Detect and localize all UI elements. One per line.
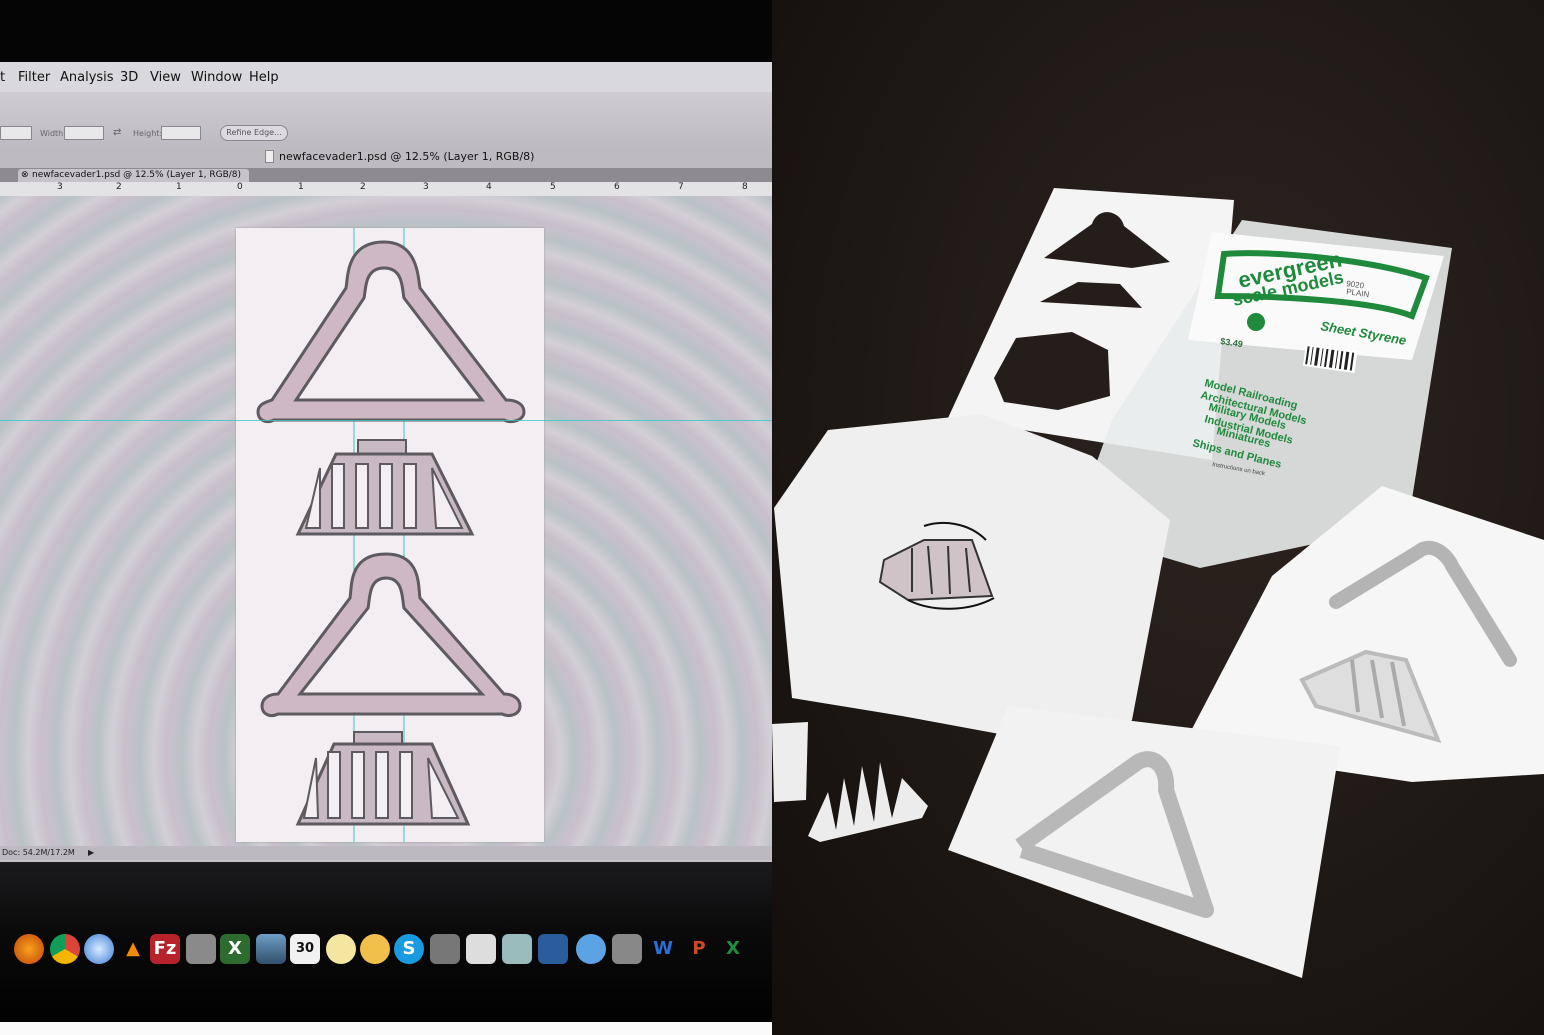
archive-icon[interactable] [502, 934, 532, 964]
firefox-icon[interactable] [14, 934, 44, 964]
width-label: Width: [40, 129, 66, 138]
menu-item-window[interactable]: Window [191, 70, 242, 85]
screenshot-icon[interactable] [466, 934, 496, 964]
document-tab[interactable]: ⊗ newfacevader1.psd @ 12.5% (Layer 1, RG… [18, 169, 250, 182]
menu-item-filter[interactable]: Filter [18, 70, 50, 85]
word-icon[interactable]: W [648, 934, 678, 964]
ruler-tick: 3 [423, 182, 429, 192]
width-field[interactable] [64, 126, 104, 140]
triangle-piece-top [256, 240, 526, 424]
printer-icon[interactable] [612, 934, 642, 964]
photo-border [0, 1022, 772, 1035]
close-tab-icon[interactable]: ⊗ [21, 169, 29, 182]
ruler-tick: 6 [614, 182, 620, 192]
ruler-tick: 3 [57, 182, 63, 192]
document-canvas[interactable] [236, 228, 544, 842]
tab-label: newfacevader1.psd @ 12.5% (Layer 1, RGB/… [32, 170, 242, 180]
ruler-tick: 4 [486, 182, 492, 192]
vader-face-artwork [256, 228, 526, 842]
evergreen-logo-icon [1247, 313, 1265, 331]
templates-scene: evergreen scale models Sheet Styrene 902… [772, 188, 1544, 978]
ruler-tick: 1 [298, 182, 304, 192]
ruler-tick: 5 [550, 182, 556, 192]
document-icon [265, 150, 274, 163]
status-bar: Doc: 54.2M/17.2M ▶ [0, 846, 772, 860]
messages-icon[interactable] [576, 934, 606, 964]
style-select[interactable] [0, 126, 32, 140]
horizontal-ruler: 3 2 1 0 1 2 3 4 5 6 7 8 [0, 182, 772, 197]
height-label: Height: [133, 129, 163, 138]
stickies-icon[interactable] [360, 934, 390, 964]
menu-item-analysis[interactable]: Analysis [60, 70, 114, 85]
ruler-tick: 8 [742, 182, 748, 192]
traced-sheet-bottom [948, 706, 1340, 978]
safari-icon[interactable] [84, 934, 114, 964]
notes-icon[interactable] [326, 934, 356, 964]
doc-size-readout: Doc: 54.2M/17.2M [2, 848, 75, 857]
menu-item-3d[interactable]: 3D [120, 70, 138, 85]
virtualbox-icon[interactable] [538, 934, 568, 964]
grille-piece-bottom [295, 731, 471, 826]
horizontal-guide[interactable] [0, 420, 772, 421]
grille-piece-top [295, 439, 475, 536]
menu-bar: t Filter Analysis 3D View Window Help [0, 62, 772, 93]
window-title: newfacevader1.psd @ 12.5% (Layer 1, RGB/… [279, 150, 535, 163]
preview-icon[interactable] [256, 934, 286, 964]
tab-bar: ⊗ newfacevader1.psd @ 12.5% (Layer 1, RG… [0, 168, 772, 182]
ruler-tick: 1 [176, 182, 182, 192]
triangle-piece-bottom [260, 552, 522, 718]
document-title-bar: newfacevader1.psd @ 12.5% (Layer 1, RGB/… [0, 148, 772, 168]
menu-item-help[interactable]: Help [249, 70, 279, 85]
menu-item-view[interactable]: View [150, 70, 181, 85]
menu-item-t[interactable]: t [0, 70, 5, 85]
skype-icon[interactable]: S [394, 934, 424, 964]
swap-icon[interactable]: ⇄ [113, 127, 121, 138]
ruler-tick: 0 [237, 182, 243, 192]
ruler-tick: 2 [360, 182, 366, 192]
calendar-icon[interactable]: 30 [290, 934, 320, 964]
vlc-icon[interactable]: ▲ [118, 934, 148, 964]
powerpoint-icon[interactable]: P [684, 934, 714, 964]
templates-photo: evergreen scale models Sheet Styrene 902… [772, 0, 1544, 1035]
ruler-tick: 2 [116, 182, 122, 192]
monitor-photo: t Filter Analysis 3D View Window Help Wi… [0, 0, 772, 1035]
filezilla-icon[interactable]: Fz [150, 934, 180, 964]
dock: ▲ Fz X 30 S W P X [0, 918, 772, 978]
crossover-icon[interactable]: X [220, 934, 250, 964]
refine-edge-button[interactable]: Refine Edge... [220, 125, 288, 141]
chrome-icon[interactable] [50, 934, 80, 964]
ruler-tick: 7 [678, 182, 684, 192]
options-bar: Width: ⇄ Height: Refine Edge... [0, 92, 772, 149]
height-field[interactable] [161, 126, 201, 140]
status-arrow-icon[interactable]: ▶ [88, 846, 94, 860]
cut-grille-piece [772, 722, 928, 842]
scanner-icon[interactable] [186, 934, 216, 964]
disk-utility-icon[interactable] [430, 934, 460, 964]
excel-icon[interactable]: X [718, 934, 748, 964]
